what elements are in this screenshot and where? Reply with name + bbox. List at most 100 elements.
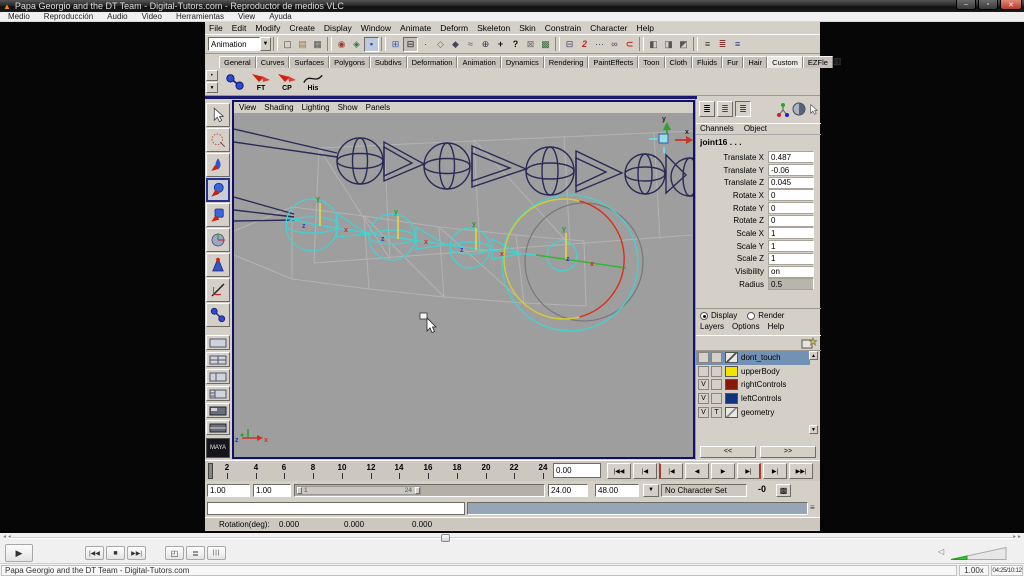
viewport-panel[interactable]: View Shading Lighting Show Panels y y y … xyxy=(232,100,695,459)
timeline-tick[interactable]: 8 xyxy=(301,463,325,472)
channel-box-toggle-icon[interactable]: ≡ xyxy=(730,37,745,52)
last-tool-joint-button[interactable] xyxy=(206,303,230,327)
new-scene-icon[interactable]: ▢ xyxy=(280,37,295,52)
shelf-tab-fur[interactable]: Fur xyxy=(722,56,744,68)
layer-type-box[interactable] xyxy=(711,379,722,391)
magnet-icon[interactable]: ⊂ xyxy=(622,37,637,52)
vlc-menu-medio[interactable]: Medio xyxy=(8,12,30,21)
animation-start-field[interactable]: 1.00 xyxy=(207,484,250,497)
paint-select-tool-button[interactable] xyxy=(206,153,230,177)
layer-type-box[interactable] xyxy=(711,393,722,405)
maya-menu-window[interactable]: Window xyxy=(361,23,391,33)
layer-name[interactable]: geometry xyxy=(741,408,774,417)
layout-list3-icon[interactable]: ≣ xyxy=(735,101,751,117)
maya-menu-animate[interactable]: Animate xyxy=(400,23,431,33)
animation-end-field[interactable]: 48.00 xyxy=(595,484,639,497)
maya-menu-edit[interactable]: Edit xyxy=(232,23,247,33)
display-radio-label[interactable]: Display xyxy=(711,311,737,320)
status-separator[interactable] xyxy=(693,37,698,51)
layer-visibility-box[interactable]: V xyxy=(698,406,709,418)
maya-menu-display[interactable]: Display xyxy=(324,23,352,33)
snap-point-icon[interactable]: ∙ xyxy=(418,37,433,52)
vlc-menu-herramientas[interactable]: Herramientas xyxy=(176,12,224,21)
play-backwards-button[interactable]: ◀ xyxy=(685,463,709,479)
maya-menu-character[interactable]: Character xyxy=(590,23,627,33)
playlist-button[interactable]: ≣ xyxy=(186,546,205,560)
seek-track[interactable] xyxy=(10,537,1014,539)
scale-tool-button[interactable] xyxy=(206,228,230,252)
stop-button[interactable]: ■ xyxy=(106,546,125,560)
character-set-dropdown-icon[interactable]: ▼ xyxy=(643,484,659,497)
maya-menu-constrain[interactable]: Constrain xyxy=(545,23,581,33)
time-slider[interactable]: 2 4 6 8 10 12 14 16 18 20 22 24 0.00 |◀◀… xyxy=(205,460,820,481)
shelf-tab-deformation[interactable]: Deformation xyxy=(406,56,458,68)
menu-set-selector[interactable]: Animation xyxy=(208,37,260,51)
character-set-field[interactable]: No Character Set xyxy=(661,484,747,497)
channel-row[interactable]: Rotate X0 xyxy=(696,189,818,202)
render-radio[interactable] xyxy=(747,312,756,320)
new-layer-icon[interactable] xyxy=(801,337,817,350)
auto-key-icon[interactable]: -0 xyxy=(751,484,773,497)
attribute-editor-toggle-icon[interactable]: ≡ xyxy=(700,37,715,52)
maya-menu-deform[interactable]: Deform xyxy=(440,23,468,33)
seek-forward-icon[interactable]: ►► xyxy=(1012,534,1022,540)
step-back-key-button[interactable]: |◀ xyxy=(659,463,683,479)
ipr-render-icon[interactable]: ◨ xyxy=(661,37,676,52)
layer-visibility-box[interactable]: V xyxy=(698,379,709,391)
select-tool-button[interactable] xyxy=(206,103,230,127)
render-radio-label[interactable]: Render xyxy=(758,311,784,320)
go-to-end-button[interactable]: ▶▶| xyxy=(789,463,813,479)
pointer-icon[interactable] xyxy=(807,102,820,117)
maximize-button[interactable]: ▫ xyxy=(978,0,998,10)
layout-hypershade-button[interactable] xyxy=(206,403,230,418)
select-hierarchy-icon[interactable]: ◉ xyxy=(334,37,349,52)
vlc-menu-audio[interactable]: Audio xyxy=(107,12,127,21)
timeline-tick[interactable]: 24 xyxy=(531,463,555,472)
shelf-tab-surfaces[interactable]: Surfaces xyxy=(289,56,330,68)
maya-menu-skeleton[interactable]: Skeleton xyxy=(477,23,510,33)
layer-color-swatch[interactable] xyxy=(725,393,738,405)
playback-start-field[interactable]: 1.00 xyxy=(253,484,291,497)
render-settings-icon[interactable]: ◩ xyxy=(676,37,691,52)
command-input[interactable] xyxy=(207,502,465,515)
object-menu[interactable]: Object xyxy=(744,124,767,134)
vlc-menu-ayuda[interactable]: Ayuda xyxy=(269,12,292,21)
layout-graph-editor-button[interactable] xyxy=(206,420,230,435)
range-slider-bar[interactable]: 1 24 xyxy=(296,486,421,495)
layout-two-pane-button[interactable] xyxy=(206,369,230,384)
status-separator[interactable] xyxy=(381,37,386,51)
channel-row[interactable]: Scale X1 xyxy=(696,227,818,240)
shelf-tab-dynamics[interactable]: Dynamics xyxy=(500,56,544,68)
lasso-tool-button[interactable] xyxy=(206,128,230,152)
layer-scroll-down[interactable]: ▼ xyxy=(809,425,818,434)
soft-mod-tool-button[interactable] xyxy=(206,253,230,277)
speaker-icon[interactable]: ◁ xyxy=(938,547,944,556)
channels-menu[interactable]: Channels xyxy=(700,124,734,134)
channel-row[interactable]: Translate Z 0.045 xyxy=(696,176,818,189)
layer-type-box[interactable] xyxy=(711,352,722,364)
shelf-tab-painteffects[interactable]: PaintEffects xyxy=(588,56,639,68)
layer-visibility-box[interactable] xyxy=(698,365,709,377)
channel-row[interactable]: Translate X 0.487 xyxy=(696,151,818,164)
snap-grid-icon[interactable]: ⊞ xyxy=(388,37,403,52)
shelf-item-joint-tool[interactable] xyxy=(223,70,247,94)
timeline-tick[interactable]: 2 xyxy=(215,463,239,472)
layer-type-box[interactable]: T xyxy=(711,406,722,418)
help-icon[interactable]: ? xyxy=(508,37,523,52)
go-to-start-button[interactable]: |◀◀ xyxy=(607,463,631,479)
open-scene-icon[interactable]: ▤ xyxy=(295,37,310,52)
layer-color-swatch[interactable] xyxy=(725,379,738,391)
next-button[interactable]: ▶▶| xyxy=(127,546,146,560)
channel-row[interactable]: Translate Y -0.06 xyxy=(696,164,818,177)
step-back-frame-button[interactable]: |◀ xyxy=(633,463,657,479)
layer-color-swatch[interactable] xyxy=(725,365,738,377)
tool-settings-toggle-icon[interactable]: ≣ xyxy=(715,37,730,52)
timeline-tick[interactable]: 18 xyxy=(445,463,469,472)
close-button[interactable]: ✕ xyxy=(1000,0,1022,10)
timeline-tick[interactable]: 4 xyxy=(244,463,268,472)
shelf-tab-toon[interactable]: Toon xyxy=(638,56,665,68)
shelf-tab-custom[interactable]: Custom xyxy=(767,56,803,68)
time-display[interactable]: 04:25/10:12 xyxy=(991,565,1023,576)
layer-scroll-up[interactable]: ▲ xyxy=(809,351,818,360)
show-manipulator-tool-button[interactable] xyxy=(206,278,230,302)
